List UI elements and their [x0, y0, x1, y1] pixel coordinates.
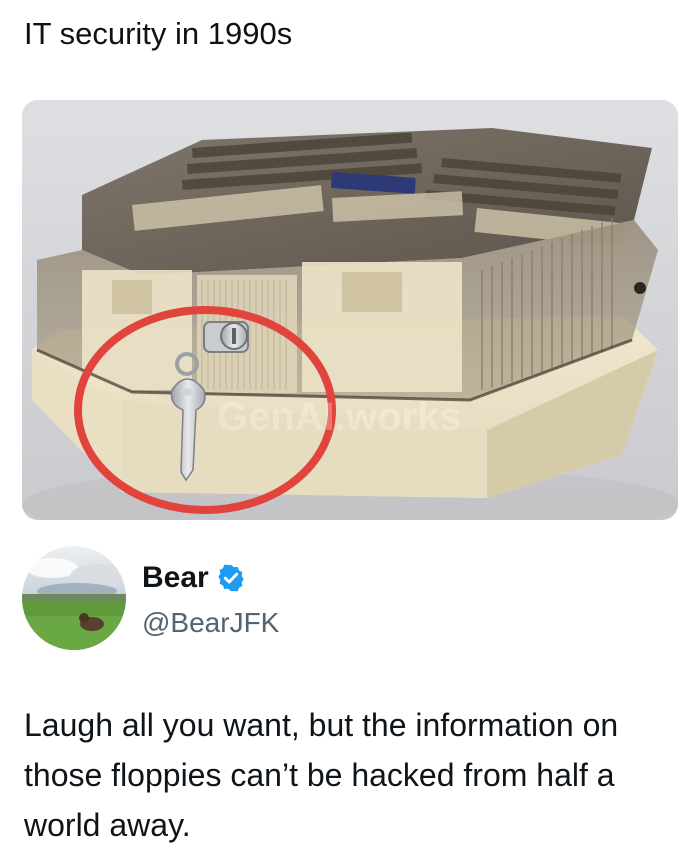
svg-text:GenAI.works: GenAI.works — [217, 395, 462, 439]
lock-icon — [203, 321, 249, 353]
name-row: Bear — [142, 560, 246, 596]
post-caption: IT security in 1990s — [24, 16, 293, 51]
avatar[interactable] — [22, 546, 126, 650]
tweet-author[interactable]: Bear @BearJFK — [22, 546, 662, 656]
tweet-text: Laugh all you want, but the information … — [24, 707, 619, 843]
display-name[interactable]: Bear — [142, 560, 209, 596]
user-handle[interactable]: @BearJFK — [142, 606, 279, 640]
floppy-box-illustration: GenAI.works — [22, 100, 678, 520]
post-image[interactable]: GenAI.works — [22, 100, 678, 520]
verified-badge-icon — [217, 564, 244, 592]
